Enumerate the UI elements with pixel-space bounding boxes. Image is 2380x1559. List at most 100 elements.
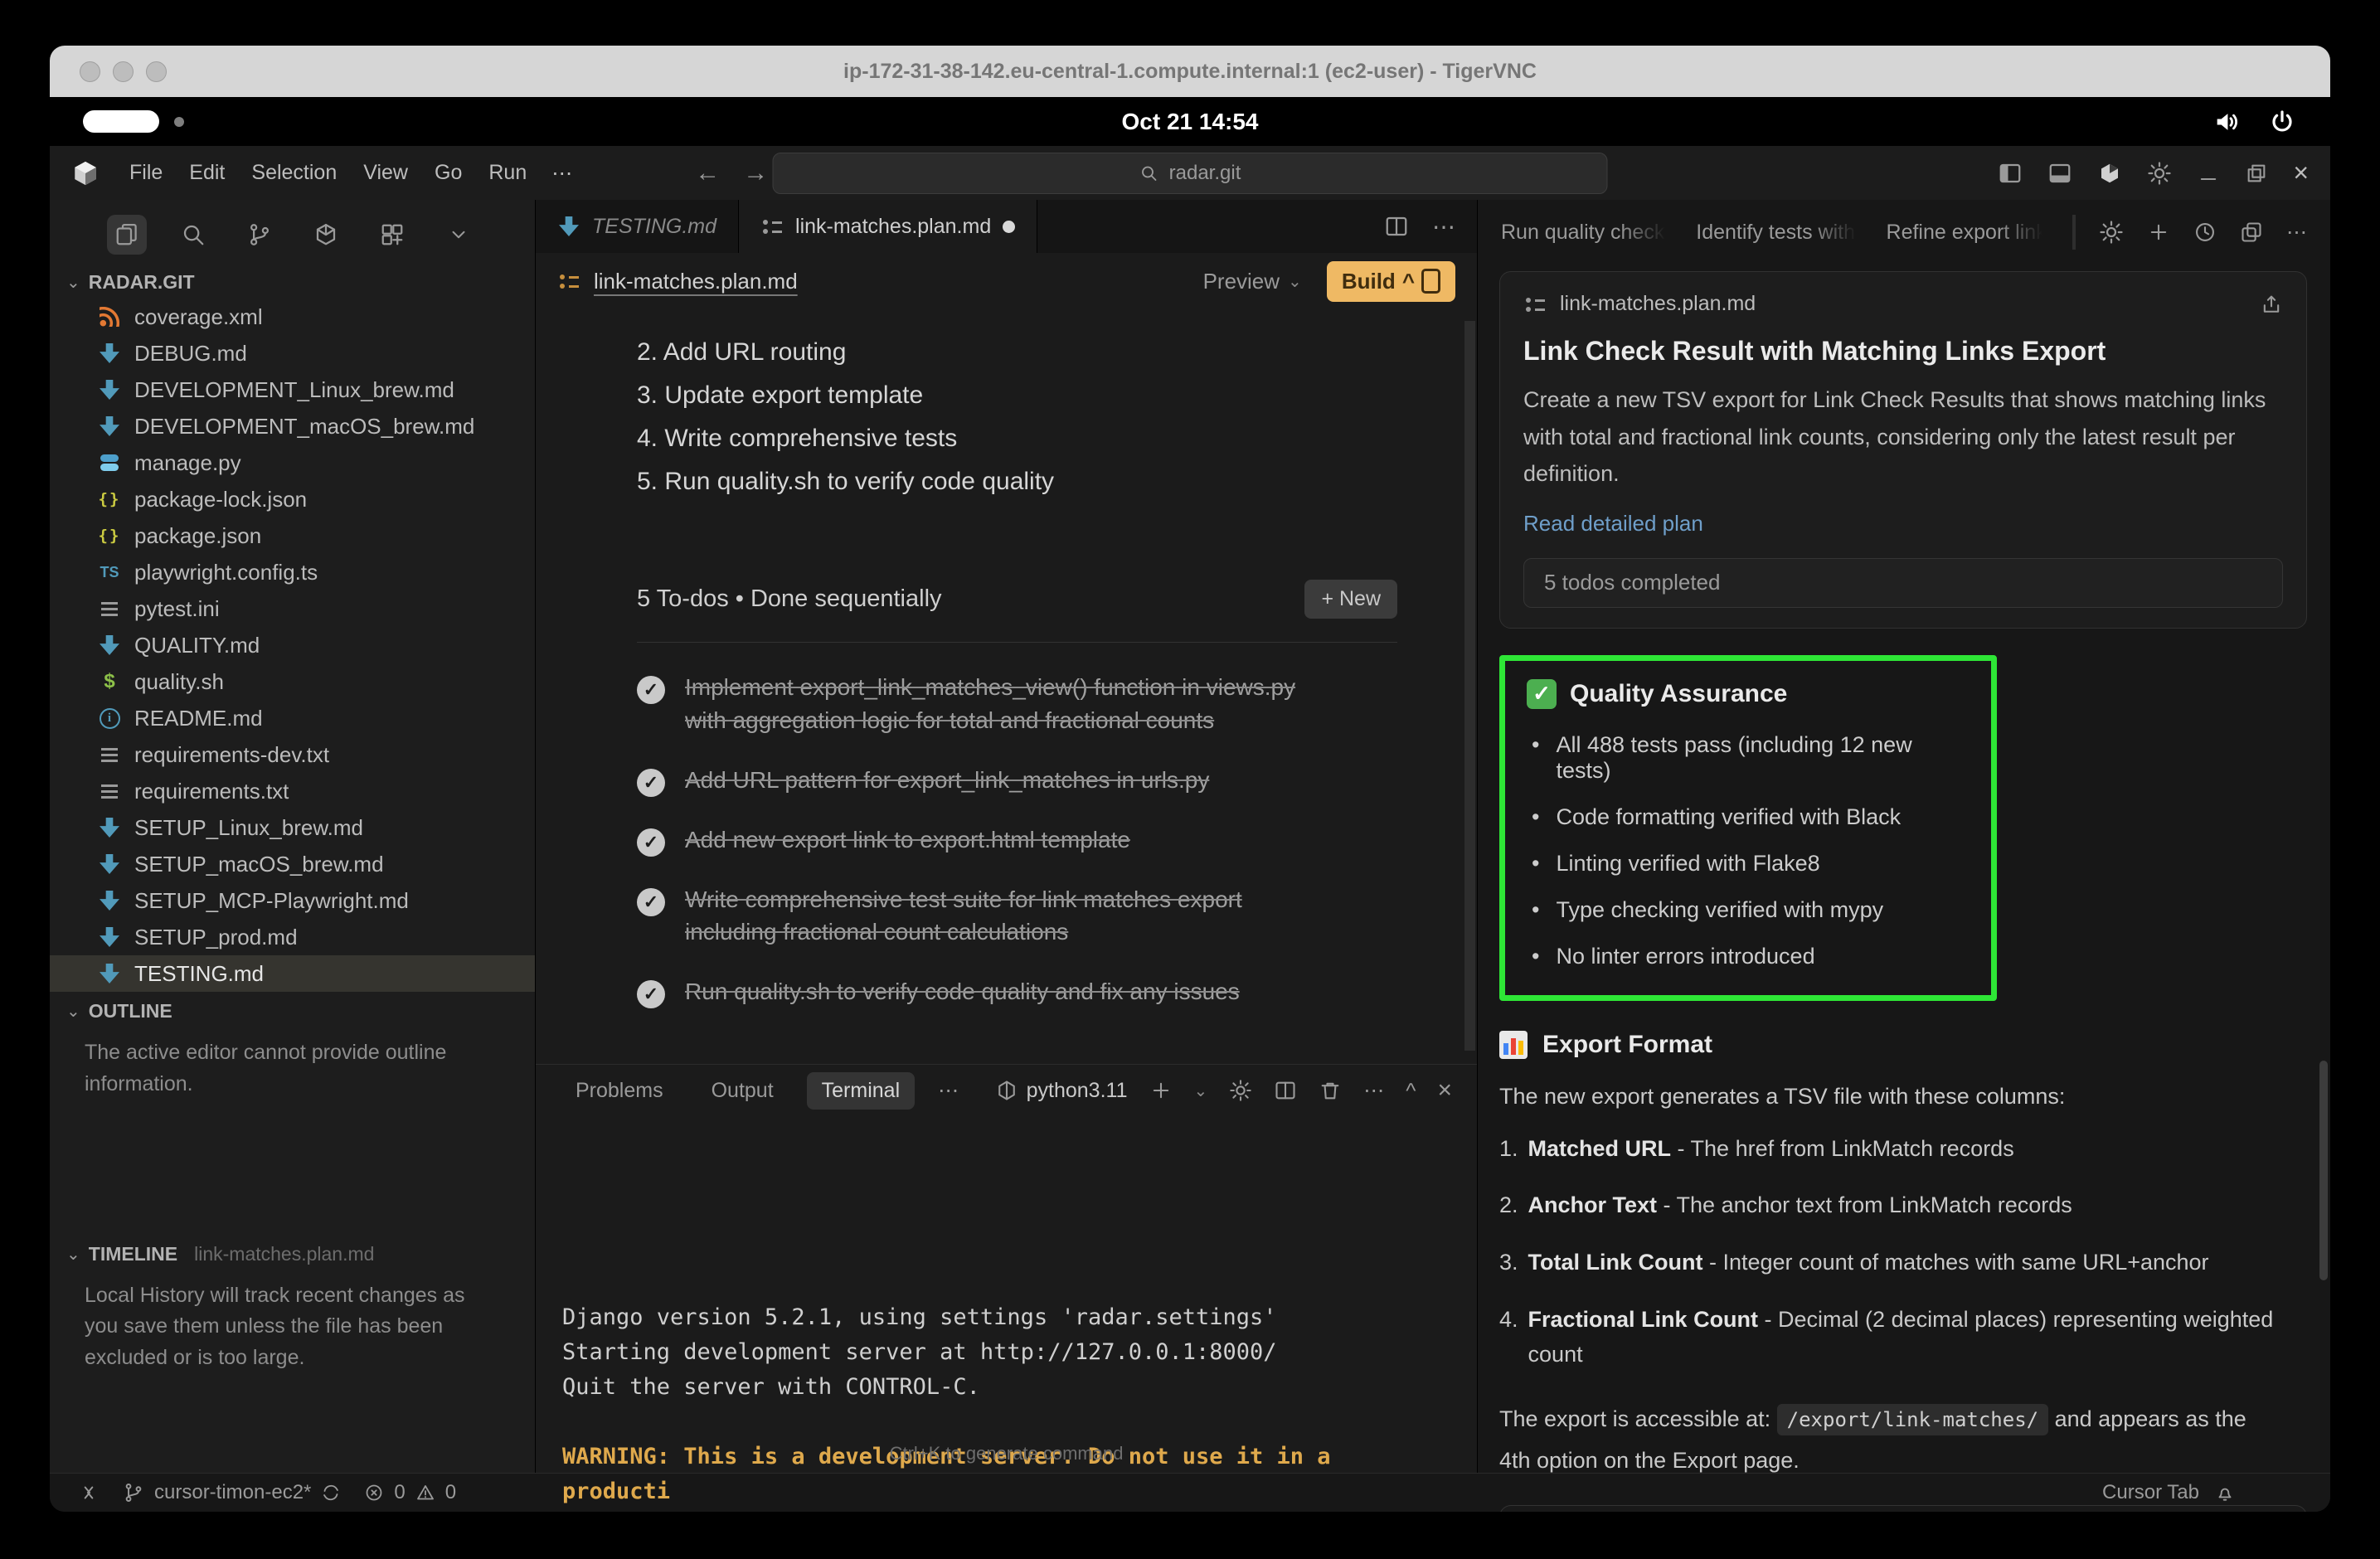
file-tree-item[interactable]: DEBUG.md	[50, 335, 535, 372]
remote-explorer-icon[interactable]	[372, 215, 412, 255]
command-search-input[interactable]: radar.git	[773, 153, 1608, 194]
menu-overflow-icon[interactable]: ⋯	[540, 156, 584, 191]
explorer-icon[interactable]	[107, 215, 147, 255]
cursor-ai-pane-icon[interactable]	[2097, 161, 2122, 186]
cursor-logo-icon[interactable]	[71, 159, 100, 187]
changed-files-bar[interactable]: › 4 Files Undo All Keep All ^	[1499, 1505, 2307, 1512]
file-tree-item[interactable]: SETUP_Linux_brew.md	[50, 809, 535, 846]
views-chevron-down-icon[interactable]	[439, 215, 478, 255]
terminal-dropdown-icon[interactable]: ⌄	[1194, 1081, 1208, 1101]
todo-item[interactable]: ✓ Add new export link to export.html tem…	[637, 823, 1477, 857]
todo-item[interactable]: ✓ Run quality.sh to verify code quality …	[637, 975, 1477, 1008]
window-close-icon[interactable]: ×	[2293, 158, 2309, 188]
terminal-shell-chip[interactable]: python3.11	[995, 1079, 1128, 1103]
editor-more-icon[interactable]: ⋯	[1432, 213, 1455, 240]
minimize-traffic-light[interactable]	[113, 61, 134, 82]
split-editor-icon[interactable]	[1384, 214, 1409, 239]
file-tree-item[interactable]: QUALITY.md	[50, 627, 535, 663]
file-tree-item[interactable]: quality.sh	[50, 663, 535, 700]
todo-check-icon[interactable]: ✓	[637, 888, 665, 916]
maximize-panel-icon[interactable]: ^	[1406, 1078, 1416, 1104]
preview-dropdown[interactable]: Preview ⌄	[1203, 269, 1302, 294]
new-todo-button[interactable]: + New	[1304, 580, 1397, 619]
chat-more-icon[interactable]: ⋯	[2286, 220, 2307, 245]
menubar-app-pill[interactable]	[83, 110, 159, 133]
power-icon[interactable]	[2269, 109, 2295, 135]
markdown-preview[interactable]: 2. Add URL routing3. Update export templ…	[536, 309, 1477, 1064]
panel-tabs-more-icon[interactable]: ⋯	[938, 1078, 959, 1103]
menu-selection[interactable]: Selection	[238, 156, 350, 191]
export-url-code[interactable]: /export/link-matches/	[1777, 1404, 2048, 1435]
close-panel-icon[interactable]: ×	[1437, 1076, 1452, 1105]
new-chat-icon[interactable]	[2147, 221, 2170, 244]
panel-tab-terminal[interactable]: Terminal	[807, 1072, 915, 1110]
menu-view[interactable]: View	[350, 156, 421, 191]
kill-terminal-icon[interactable]	[1319, 1079, 1342, 1102]
toggle-panel-icon[interactable]	[2047, 161, 2072, 186]
file-tree-item[interactable]: manage.py	[50, 444, 535, 481]
chat-tab-3[interactable]: Refine export links f	[1887, 221, 2042, 245]
volume-icon[interactable]	[2212, 108, 2241, 136]
remote-indicator[interactable]	[78, 1482, 100, 1503]
window-minimize-icon[interactable]	[2197, 162, 2220, 185]
file-tree-item[interactable]: SETUP_MCP-Playwright.md	[50, 882, 535, 919]
file-tree-item[interactable]: DEVELOPMENT_macOS_brew.md	[50, 408, 535, 444]
terminal-settings-icon[interactable]	[1229, 1079, 1252, 1102]
zoom-traffic-light[interactable]	[146, 61, 167, 82]
nav-forward-icon[interactable]: →	[743, 159, 768, 187]
split-terminal-icon[interactable]	[1274, 1079, 1297, 1102]
panel-tab-output[interactable]: Output	[697, 1072, 789, 1110]
tab-testing-md[interactable]: TESTING.md	[536, 200, 739, 253]
todo-item[interactable]: ✓ Add URL pattern for export_link_matche…	[637, 764, 1477, 797]
source-control-icon[interactable]	[240, 215, 279, 255]
editor-scrollbar[interactable]	[1464, 321, 1475, 1051]
nav-back-icon[interactable]: ←	[695, 159, 720, 187]
open-chat-in-editor-icon[interactable]	[2240, 221, 2263, 244]
toggle-sidebar-icon[interactable]	[1998, 161, 2023, 186]
modified-dot-icon[interactable]	[1003, 221, 1015, 233]
file-tree-item[interactable]: SETUP_macOS_brew.md	[50, 846, 535, 882]
todos-completed-box[interactable]: 5 todos completed	[1523, 558, 2283, 608]
file-tree-item[interactable]: package.json	[50, 517, 535, 554]
chat-tab-2[interactable]: Identify tests with ex	[1696, 221, 1856, 245]
cursor-tab-status[interactable]: Cursor Tab	[2102, 1481, 2199, 1504]
close-traffic-light[interactable]	[80, 61, 100, 82]
search-sidebar-icon[interactable]	[173, 215, 213, 255]
todo-check-icon[interactable]: ✓	[637, 828, 665, 857]
window-restore-icon[interactable]	[2245, 162, 2268, 185]
file-tree-item[interactable]: requirements.txt	[50, 773, 535, 809]
build-button[interactable]: Build ^	[1327, 261, 1455, 302]
settings-gear-icon[interactable]	[2147, 161, 2172, 186]
export-plan-icon[interactable]	[2260, 293, 2283, 316]
new-terminal-icon[interactable]	[1149, 1079, 1173, 1102]
breadcrumb-file-link[interactable]: link-matches.plan.md	[594, 269, 798, 294]
file-tree-item[interactable]: playwright.config.ts	[50, 554, 535, 590]
extensions-icon[interactable]	[306, 215, 346, 255]
chat-history-icon[interactable]	[2193, 221, 2217, 244]
chat-tab-1[interactable]: Run quality check an	[1501, 221, 1666, 245]
plan-card-file[interactable]: link-matches.plan.md	[1560, 292, 1756, 316]
chat-scroll-area[interactable]: link-matches.plan.md Link Check Result w…	[1478, 265, 2330, 1473]
file-tree-item[interactable]: DEVELOPMENT_Linux_brew.md	[50, 372, 535, 408]
timeline-section-header[interactable]: ⌄ TIMELINE link-matches.plan.md	[50, 1235, 535, 1270]
file-tree-item[interactable]: pytest.ini	[50, 590, 535, 627]
chat-settings-icon[interactable]	[2099, 220, 2124, 245]
todo-check-icon[interactable]: ✓	[637, 769, 665, 797]
file-tree-item[interactable]: TESTING.md	[50, 955, 535, 992]
file-tree-item[interactable]: requirements-dev.txt	[50, 736, 535, 773]
terminal-more-icon[interactable]: ⋯	[1363, 1078, 1384, 1103]
window-traffic-lights[interactable]	[80, 61, 167, 82]
file-tree-item[interactable]: README.md	[50, 700, 535, 736]
read-detailed-plan-link[interactable]: Read detailed plan	[1523, 511, 2283, 537]
todo-item[interactable]: ✓ Implement export_link_matches_view() f…	[637, 671, 1477, 737]
todo-item[interactable]: ✓ Write comprehensive test suite for lin…	[637, 883, 1477, 949]
file-tree-item[interactable]: SETUP_prod.md	[50, 919, 535, 955]
todo-check-icon[interactable]: ✓	[637, 676, 665, 704]
outline-section-header[interactable]: ⌄ OUTLINE	[50, 992, 535, 1027]
chat-scrollbar[interactable]	[2319, 1061, 2328, 1280]
bell-icon[interactable]	[2214, 1482, 2236, 1503]
menu-file[interactable]: File	[116, 156, 176, 191]
file-tree-item[interactable]: package-lock.json	[50, 481, 535, 517]
todo-check-icon[interactable]: ✓	[637, 980, 665, 1008]
problems-status[interactable]: 0 0	[364, 1481, 456, 1504]
